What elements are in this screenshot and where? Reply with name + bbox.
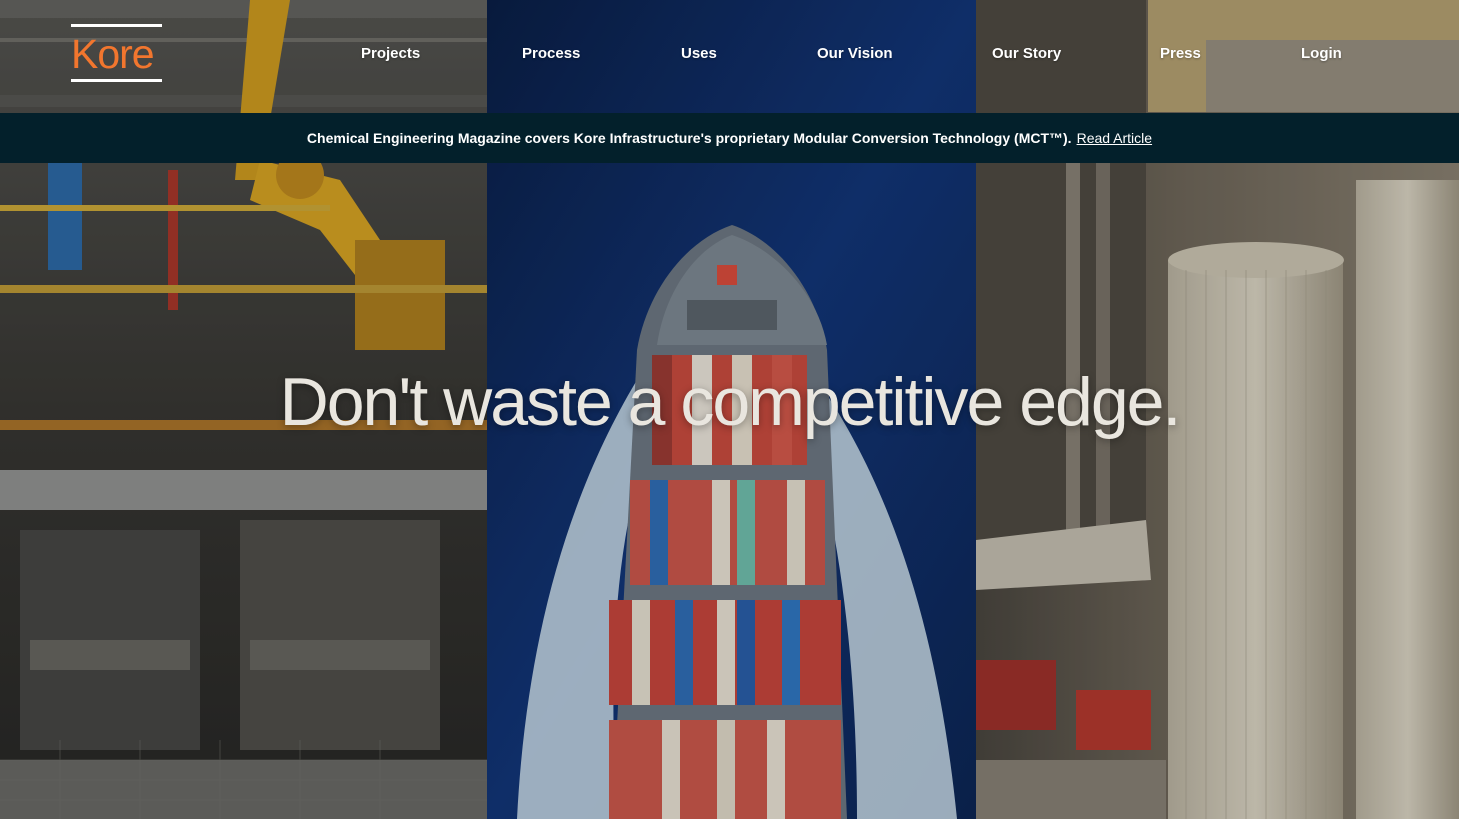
announcement-banner: Chemical Engineering Magazine covers Kor… <box>0 113 1459 163</box>
logo-text: Kore <box>71 31 155 77</box>
hero-headline: Don't waste a competitive edge. <box>279 364 1182 440</box>
nav-login[interactable]: Login <box>1301 44 1342 64</box>
nav-press[interactable]: Press <box>1160 44 1201 64</box>
read-article-link[interactable]: Read Article <box>1077 130 1152 146</box>
nav-our-story[interactable]: Our Story <box>992 44 1061 64</box>
site-header: Kore Projects Process Uses Our Vision Ou… <box>0 0 1459 113</box>
page: Kore Projects Process Uses Our Vision Ou… <box>0 0 1459 819</box>
nav-process[interactable]: Process <box>522 44 580 64</box>
nav-projects[interactable]: Projects <box>361 44 420 64</box>
nav-uses[interactable]: Uses <box>681 44 717 64</box>
banner-text: Chemical Engineering Magazine covers Kor… <box>306 130 1072 146</box>
kore-logo[interactable]: Kore <box>71 24 162 82</box>
nav-our-vision[interactable]: Our Vision <box>817 44 893 64</box>
